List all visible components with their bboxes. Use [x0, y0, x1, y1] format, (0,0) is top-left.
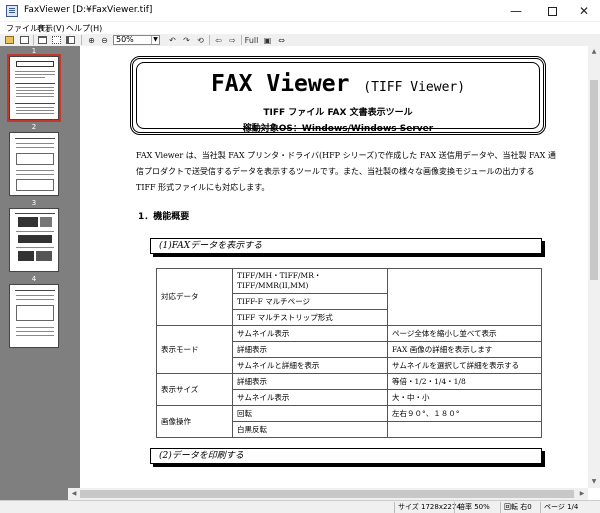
- table-cell-label: 画像操作: [156, 405, 233, 438]
- table-cell-value: 回転: [232, 405, 388, 422]
- table-cell-value: TIFF/MH・TIFF/MR・TIFF/MMR(II,MM): [232, 268, 388, 294]
- scroll-thumb[interactable]: [590, 80, 598, 280]
- app-icon: [6, 5, 18, 17]
- full-button[interactable]: Full: [244, 35, 259, 45]
- table-cell-desc: 左右９０°、１８０°: [387, 405, 542, 422]
- rotate-right-icon[interactable]: ↷: [181, 35, 192, 45]
- subsection-heading: (1)FAXデータを表示する: [150, 238, 542, 254]
- table-cell-value: 白黒反転: [232, 421, 388, 438]
- scroll-left-icon[interactable]: ◀: [69, 489, 79, 499]
- doc-title-paren: (TIFF Viewer): [363, 80, 466, 95]
- table-row: 表示サイズ 詳細表示 等倍・1/2・1/4・1/8: [156, 373, 542, 406]
- thumbnail-number: 4: [31, 275, 37, 283]
- table-cell-value: サムネイル表示: [232, 325, 388, 342]
- table-cell-label: 表示サイズ: [156, 373, 233, 406]
- view-detail-icon[interactable]: [37, 35, 48, 45]
- fit-page-icon[interactable]: ▣: [262, 35, 273, 45]
- doc-title: FAX Viewer (TIFF Viewer): [133, 71, 543, 97]
- zoom-out-icon[interactable]: ⊖: [99, 35, 110, 45]
- status-zoom: 倍率 50%: [454, 502, 500, 513]
- document-view[interactable]: FAX Viewer (TIFF Viewer) TIFF ファイル FAX 文…: [68, 46, 588, 488]
- table-row: 表示モード サムネイル表示 ページ全体を縮小し並べて表示: [156, 325, 542, 374]
- scroll-up-icon[interactable]: ▲: [589, 47, 599, 57]
- section-heading: 1．機能概要: [138, 212, 190, 222]
- previous-page-icon[interactable]: ⇦: [213, 35, 224, 45]
- maximize-icon: [547, 6, 557, 16]
- table-cell-desc: FAX 画像の詳細を表示します: [387, 341, 542, 358]
- view-both-icon[interactable]: [65, 35, 76, 45]
- doc-intro: FAX Viewer は、当社製 FAX プリンタ・ドライバ(HFP シリーズ)…: [136, 151, 556, 192]
- table-row: 画像操作 回転 左右９０°、１８０°: [156, 405, 542, 438]
- rotate-left-icon[interactable]: ↶: [167, 35, 178, 45]
- table-cell-value: サムネイルと詳細を表示: [232, 357, 388, 374]
- thumbnail-page-3[interactable]: [9, 208, 59, 272]
- thumbnail-number: 1: [31, 47, 37, 55]
- toolbar-separator: [241, 35, 242, 45]
- doc-target-os: 稼動対象OS：Windows/Windows Server: [242, 124, 434, 134]
- table-cell-label: 表示モード: [156, 325, 233, 374]
- next-page-icon[interactable]: ⇨: [227, 35, 238, 45]
- table-cell-desc: [387, 268, 542, 326]
- close-button[interactable]: ✕: [566, 0, 600, 22]
- minimize-button[interactable]: —: [498, 0, 534, 22]
- thumbnail-number: 3: [31, 199, 37, 207]
- table-cell-value: TIFF-F マルチページ: [232, 293, 388, 310]
- toolbar-separator: [33, 35, 34, 45]
- thumbnail-page-2[interactable]: [9, 132, 59, 196]
- table-cell-value: 詳細表示: [232, 373, 388, 390]
- toolbar: ⊕ ⊖ 50% ▼ ↶ ↷ ⟲ ⇦ ⇨ Full ▣ ⇔: [0, 34, 600, 46]
- table-cell-desc: 大・中・小: [387, 389, 542, 406]
- toolbar-separator: [81, 35, 82, 45]
- window-title: FaxViewer [D:¥FaxViewer.tif]: [24, 5, 153, 15]
- menu-bar: ファイル(F) 表示(V) ヘルプ(H): [0, 22, 600, 34]
- menu-help[interactable]: ヘルプ(H): [66, 23, 102, 34]
- thumbnail-number: 2: [31, 123, 37, 131]
- subsection-heading: (2)データを印刷する: [150, 448, 542, 464]
- table-cell-desc: サムネイルを選択して詳細を表示する: [387, 357, 542, 374]
- table-row: 対応データ TIFF/MH・TIFF/MR・TIFF/MMR(II,MM): [156, 268, 542, 326]
- status-bar: サイズ 1728x2274 倍率 50% 回転 右0 ページ 1/4: [0, 500, 600, 513]
- table-cell-value: 詳細表示: [232, 341, 388, 358]
- print-icon[interactable]: [19, 35, 30, 45]
- scroll-down-icon[interactable]: ▼: [589, 477, 599, 487]
- table-cell-desc: 等倍・1/2・1/4・1/8: [387, 373, 542, 390]
- table-cell-desc: ページ全体を縮小し並べて表示: [387, 325, 542, 342]
- doc-subtitle: TIFF ファイル FAX 文書表示ツール: [263, 108, 413, 118]
- feature-table: 対応データ TIFF/MH・TIFF/MR・TIFF/MMR(II,MM) TI…: [156, 268, 542, 438]
- doc-title-main: FAX Viewer: [210, 71, 350, 97]
- chevron-down-icon: ▼: [151, 36, 159, 44]
- toolbar-separator: [209, 35, 210, 45]
- menu-view[interactable]: 表示(V): [37, 23, 65, 34]
- vertical-scrollbar[interactable]: ▲ ▼: [588, 46, 600, 488]
- maximize-button[interactable]: [534, 0, 570, 22]
- table-cell-value: サムネイル表示: [232, 389, 388, 406]
- zoom-select[interactable]: 50% ▼: [113, 35, 160, 45]
- horizontal-scrollbar[interactable]: ◀ ▶: [68, 488, 588, 500]
- status-rotation: 回転 右0: [500, 502, 540, 513]
- open-folder-icon[interactable]: [4, 35, 15, 45]
- table-cell-value: TIFF マルチストリップ形式: [232, 309, 388, 326]
- zoom-in-icon[interactable]: ⊕: [86, 35, 97, 45]
- title-frame: FAX Viewer (TIFF Viewer) TIFF ファイル FAX 文…: [130, 56, 546, 135]
- view-thumbnail-icon[interactable]: [51, 35, 62, 45]
- rotate-180-icon[interactable]: ⟲: [195, 35, 206, 45]
- fit-width-icon[interactable]: ⇔: [276, 35, 287, 45]
- table-cell-desc: [387, 421, 542, 438]
- scroll-thumb[interactable]: [80, 490, 574, 498]
- status-size: サイズ 1728x2274: [394, 502, 461, 513]
- thumbnail-page-1[interactable]: [7, 54, 61, 122]
- thumbnail-page-4[interactable]: [9, 284, 59, 348]
- scroll-right-icon[interactable]: ▶: [577, 489, 587, 499]
- title-bar: FaxViewer [D:¥FaxViewer.tif] — ✕: [0, 0, 600, 22]
- zoom-value: 50%: [116, 35, 134, 44]
- table-cell-label: 対応データ: [156, 268, 233, 326]
- status-page: ページ 1/4: [540, 502, 586, 513]
- thumbnail-pane[interactable]: 1 2 3 4: [0, 46, 68, 500]
- document-page: FAX Viewer (TIFF Viewer) TIFF ファイル FAX 文…: [80, 46, 588, 488]
